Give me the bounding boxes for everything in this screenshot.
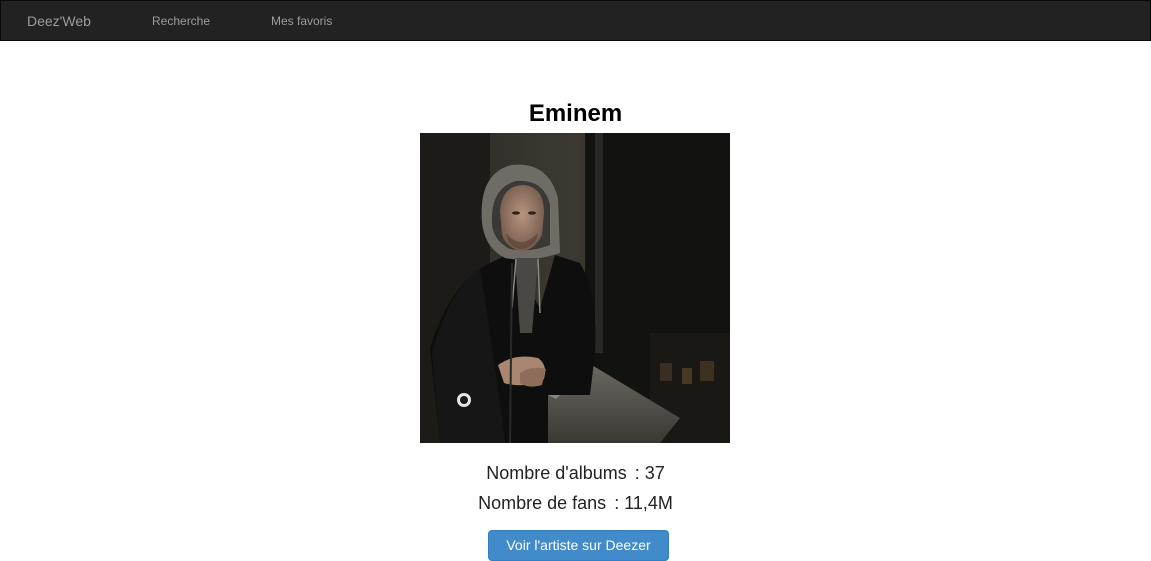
view-on-deezer-button[interactable]: Voir l'artiste sur Deezer — [488, 530, 669, 561]
nav-link-recherche[interactable]: Recherche — [152, 1, 210, 41]
album-count-value: : 37 — [634, 463, 665, 483]
top-navbar: Deez'Web Recherche Mes favoris — [0, 0, 1151, 41]
artist-name: Eminem — [528, 100, 623, 127]
brand-link[interactable]: Deez'Web — [27, 1, 91, 41]
fan-count-value: : 11,4M — [614, 493, 673, 513]
album-count-label: Nombre d'albums — [486, 463, 627, 483]
artist-photo — [420, 133, 730, 443]
album-count: Nombre d'albums : 37 — [0, 461, 1151, 485]
fan-count: Nombre de fans : 11,4M — [0, 491, 1151, 515]
nav-link-mes-favoris[interactable]: Mes favoris — [271, 1, 332, 41]
fan-count-label: Nombre de fans — [478, 493, 607, 513]
